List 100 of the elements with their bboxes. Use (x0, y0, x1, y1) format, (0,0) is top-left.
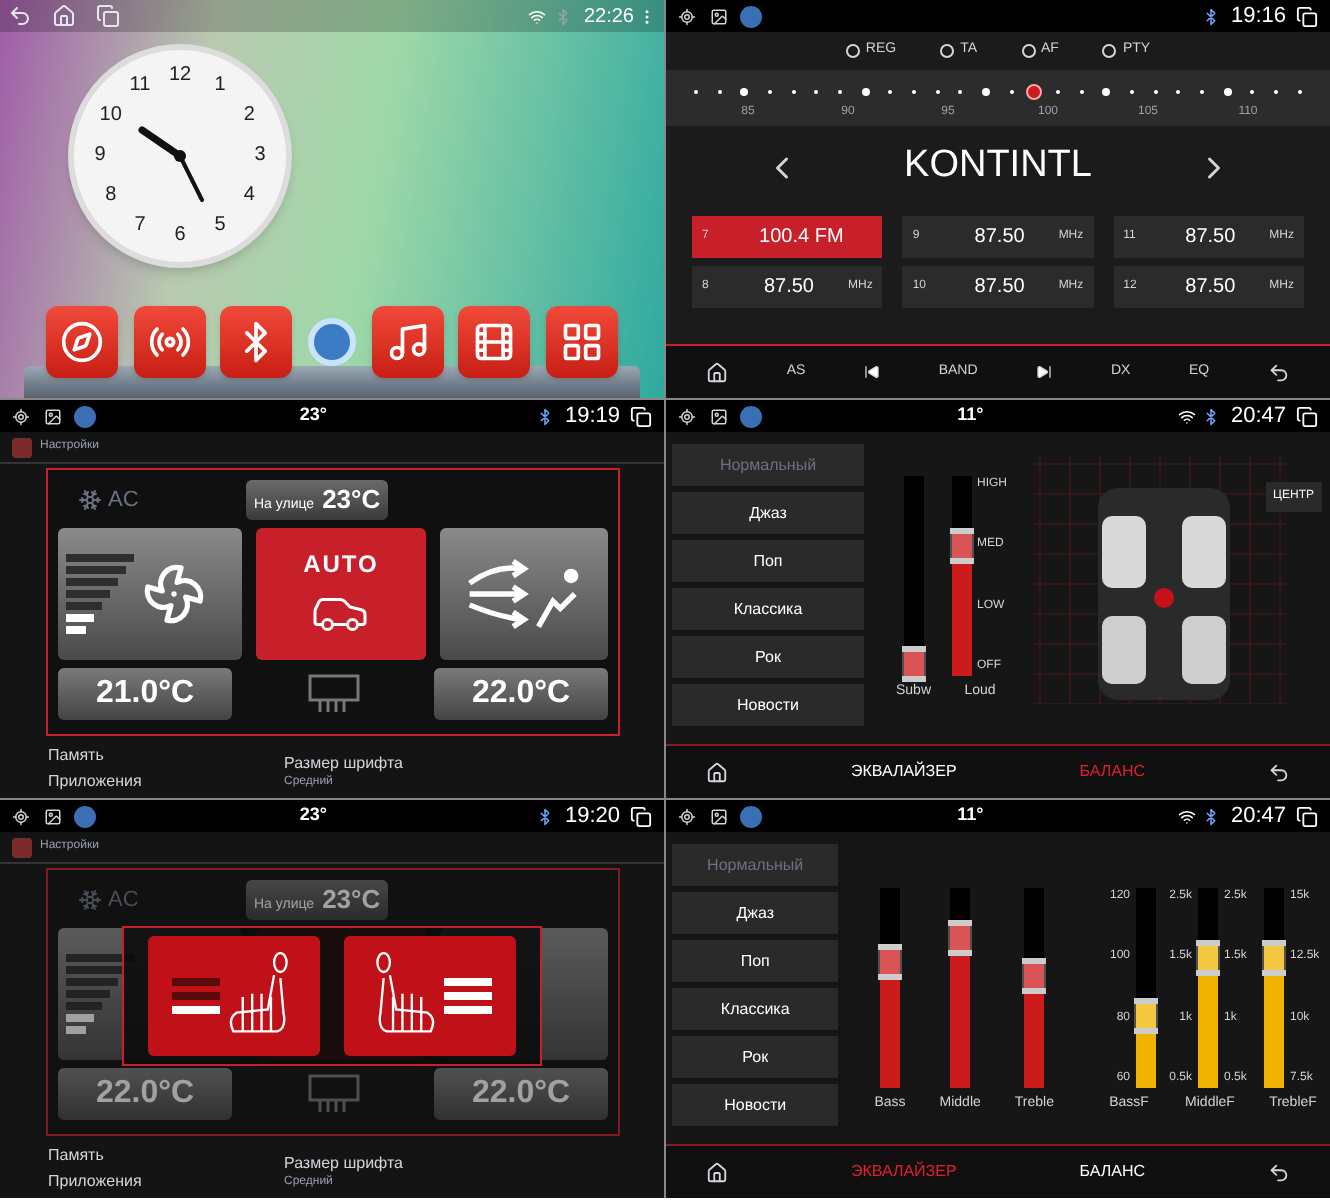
recent-apps-icon[interactable] (1296, 5, 1318, 27)
seat-heating-button[interactable] (148, 936, 320, 1056)
settings-menu-item[interactable]: Приложения (0, 1170, 260, 1198)
app-launcher-button[interactable] (371, 306, 444, 378)
previous-icon[interactable] (864, 364, 880, 380)
eq-preset-button[interactable]: Джаз (672, 892, 839, 934)
next-icon[interactable] (1036, 364, 1053, 380)
settings-app-icon (12, 437, 32, 457)
slider-thumb[interactable] (1134, 998, 1158, 1034)
recent-apps-icon[interactable] (1296, 405, 1318, 427)
back-icon[interactable] (1267, 761, 1290, 783)
recent-apps-icon[interactable] (630, 805, 652, 827)
seat-heating-button[interactable] (344, 936, 516, 1056)
clock-numeral: 4 (241, 186, 257, 206)
back-icon[interactable] (1267, 1161, 1290, 1183)
recent-apps-icon[interactable] (630, 405, 652, 427)
tab[interactable]: БАЛАНС (1079, 1160, 1146, 1184)
gallery-icon (710, 407, 728, 425)
tab[interactable]: ЭКВАЛАЙЗЕР (850, 760, 957, 784)
outside-temperature: 23°C (322, 882, 381, 918)
app-launcher-button[interactable] (133, 306, 206, 378)
clock-numeral: 2 (241, 106, 257, 126)
home-icon[interactable] (706, 761, 728, 783)
slider-thumb[interactable] (878, 944, 902, 980)
fan-speed-button[interactable] (58, 528, 243, 660)
clock-numeral: 5 (212, 215, 228, 236)
bluetooth-icon (553, 7, 572, 25)
film-reel-icon (472, 320, 517, 364)
right-temperature-button[interactable]: 22.0°C (434, 1068, 608, 1120)
clock-numeral: 12 (166, 66, 194, 86)
preset-frequency: 87.50 (1183, 273, 1238, 301)
settings-menu-item[interactable]: Память (0, 1144, 260, 1170)
circle-app-button[interactable] (307, 318, 356, 366)
slider-track[interactable] (1264, 888, 1284, 1088)
slider-track[interactable] (1024, 888, 1045, 1088)
slider-thumb[interactable] (901, 645, 926, 682)
outside-temperature: 23° (299, 402, 328, 429)
airflow-to-person-icon (465, 554, 582, 634)
clock-numeral: 11 (127, 76, 153, 97)
outside-temperature: 23° (299, 802, 328, 829)
snowflake-icon (78, 888, 102, 912)
eq-preset-button[interactable]: Рок (672, 1036, 839, 1078)
compass-icon (60, 320, 104, 364)
eq-preset-button[interactable]: Классика (672, 588, 864, 630)
home-icon[interactable] (706, 1161, 728, 1183)
bluetooth-icon (1202, 807, 1221, 825)
slider-thumb[interactable] (1262, 940, 1286, 976)
clock-numeral: 1 (212, 76, 228, 97)
tab[interactable]: БАЛАНС (1079, 760, 1146, 784)
status-time: 19:16 (1230, 1, 1286, 32)
preset-frequency: 87.50 (972, 273, 1027, 301)
settings-menu-item[interactable]: Приложения (0, 770, 260, 798)
slider-track[interactable] (951, 476, 972, 676)
outside-temperature: 23°C (322, 482, 381, 518)
slider-thumb[interactable] (1196, 940, 1220, 976)
airflow-button[interactable] (439, 528, 608, 660)
status-time: 20:47 (1230, 401, 1286, 432)
music-note-icon (385, 320, 430, 364)
recent-apps-icon[interactable] (1296, 805, 1318, 827)
eq-preset-button[interactable]: Новости (672, 1084, 839, 1126)
eq-preset-button[interactable]: Рок (672, 636, 864, 678)
eq-preset-button[interactable]: Классика (672, 988, 839, 1030)
eq-preset-button[interactable]: Поп (672, 540, 864, 582)
app-launcher-button[interactable] (545, 306, 618, 378)
ac-label[interactable]: AC (108, 483, 139, 517)
back-icon[interactable] (1267, 361, 1290, 383)
tuner-marker[interactable] (1025, 83, 1041, 99)
setting-label[interactable]: Размер шрифта (284, 752, 403, 774)
slider-thumb[interactable] (1022, 958, 1047, 994)
setting-label[interactable]: Размер шрифта (284, 1152, 403, 1174)
eq-preset-button[interactable]: Джаз (672, 492, 864, 534)
slider-track[interactable] (1198, 888, 1218, 1088)
app-launcher-button[interactable] (46, 306, 118, 378)
slider-track[interactable] (1136, 888, 1156, 1088)
left-temperature-button[interactable]: 21.0°C (58, 668, 232, 720)
slider-track[interactable] (903, 476, 924, 676)
bluetooth-icon (536, 407, 555, 425)
slider-track[interactable] (880, 888, 900, 1088)
rear-defrost-icon[interactable] (307, 674, 359, 714)
slider-track[interactable] (950, 888, 971, 1088)
slider-thumb[interactable] (948, 920, 973, 956)
clock-numeral: 8 (103, 186, 119, 206)
slider-thumb[interactable] (949, 528, 974, 564)
status-time: 22:26 (583, 3, 634, 31)
status-time: 19:20 (564, 801, 620, 832)
app-icon (74, 405, 96, 427)
app-launcher-button[interactable] (458, 306, 531, 378)
tab[interactable]: ЭКВАЛАЙЗЕР (850, 1160, 957, 1184)
left-temperature-button[interactable]: 22.0°C (58, 1068, 232, 1120)
app-icon (740, 405, 762, 427)
gallery-icon (44, 407, 62, 425)
outside-temperature: 11° (957, 802, 984, 829)
clock-numeral: 3 (252, 146, 268, 166)
eq-preset-button[interactable]: Поп (672, 940, 839, 982)
app-launcher-button[interactable] (220, 306, 293, 378)
home-icon[interactable] (706, 361, 728, 383)
auto-mode-button[interactable]: AUTO (256, 528, 426, 660)
settings-menu-item[interactable]: Память (0, 744, 260, 770)
right-temperature-button[interactable]: 22.0°C (434, 668, 608, 720)
eq-preset-button[interactable]: Новости (672, 684, 864, 726)
